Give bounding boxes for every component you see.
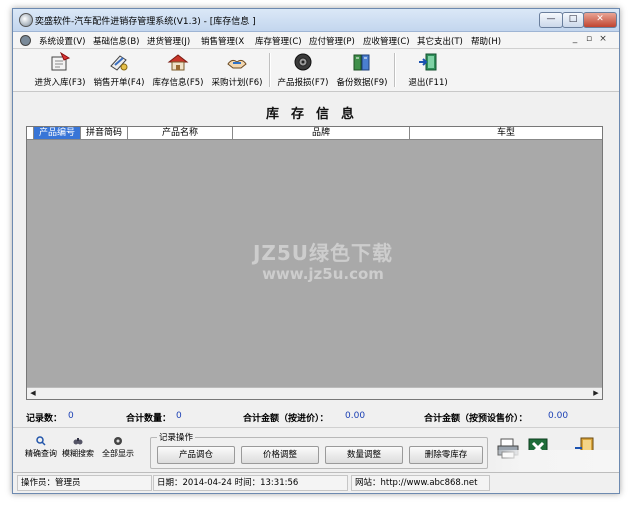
magnifier-icon	[36, 436, 46, 446]
sales-order-button[interactable]: 销售开单(F4)	[92, 51, 146, 89]
menu-system-settings[interactable]: 系统设置(V)	[39, 35, 85, 47]
exit-label: 退出(F11)	[408, 78, 448, 88]
sales-order-label: 销售开单(F4)	[93, 78, 145, 88]
totals-bar: 记录数： 0 合计数量： 0 合计金额（按进价）： 0.00 合计金额（按预设售…	[13, 411, 619, 425]
menu-basic-info[interactable]: 基础信息(B)	[93, 35, 139, 47]
column-header-product-code[interactable]: 产品编号	[34, 127, 81, 139]
row-indicator-header	[27, 127, 34, 139]
watermark-url: www.jz5u.com	[262, 265, 384, 283]
menu-other-expenses[interactable]: 其它支出(T)	[417, 35, 463, 47]
mdi-minimize-button[interactable]: _	[569, 34, 581, 45]
window-title: 奕盛软件-汽车配件进销存管理系统(V1.3) - [库存信息 ]	[35, 17, 256, 27]
mdi-close-button[interactable]: ×	[597, 34, 609, 45]
purchase-plan-icon	[227, 59, 247, 69]
stock-in-label: 进货入库(F3)	[34, 78, 86, 88]
fuzzy-search-button[interactable]: 模糊搜索	[62, 436, 94, 459]
fuzzy-search-label: 模糊搜索	[62, 449, 94, 458]
binoculars-icon	[73, 438, 83, 445]
column-header-brand[interactable]: 品牌	[233, 127, 410, 139]
product-loss-label: 产品报损(F7)	[277, 78, 329, 88]
exit-icon	[419, 53, 437, 71]
record-count-value: 0	[68, 411, 74, 421]
datetime-status: 日期：2014-04-24 时间：13:31:56	[153, 475, 348, 491]
website-status: 网站：http://www.abc868.net	[351, 475, 490, 491]
total-quantity-value: 0	[176, 411, 182, 421]
backup-button[interactable]: 备份数据(F9)	[335, 51, 389, 89]
column-header-car-model[interactable]: 车型	[410, 127, 602, 139]
close-button[interactable]: ✕	[583, 12, 617, 28]
show-all-label: 全部显示	[102, 449, 134, 458]
toolbar-separator	[269, 53, 271, 87]
operator-status: 操作员：管理员	[17, 475, 152, 491]
scroll-right-icon[interactable]: ▶	[591, 389, 601, 397]
exit-button[interactable]: 退出(F11)	[401, 51, 455, 89]
exact-search-button[interactable]: 精确查询	[25, 436, 57, 459]
delete-zero-stock-button[interactable]: 删除零库存	[409, 446, 483, 464]
sales-order-icon	[110, 55, 128, 71]
horizontal-scrollbar[interactable]: ◀ ▶	[27, 387, 602, 399]
column-header-pinyin-code[interactable]: 拼音简码	[81, 127, 128, 139]
mdi-restore-button[interactable]: ▫	[583, 34, 595, 45]
inventory-button[interactable]: 库存信息(F5)	[151, 51, 205, 89]
backup-label: 备份数据(F9)	[336, 78, 388, 88]
title-bar[interactable]: 奕盛软件-汽车配件进销存管理系统(V1.3) - [库存信息 ] — □ ✕	[13, 9, 619, 32]
amount-cost-label: 合计金额（按进价）：	[243, 414, 329, 424]
system-menu-icon[interactable]	[20, 35, 31, 46]
maximize-button[interactable]: □	[562, 12, 584, 28]
amount-price-label: 合计金额（按预设售价）：	[424, 414, 528, 424]
main-window: 奕盛软件-汽车配件进销存管理系统(V1.3) - [库存信息 ] — □ ✕ 系…	[12, 8, 620, 494]
record-operations-group: 记录操作 产品调仓 价格调整 数量调整 删除零库存	[150, 431, 488, 469]
menu-purchase[interactable]: 进货管理(J)	[147, 35, 190, 47]
product-transfer-button[interactable]: 产品调仓	[157, 446, 235, 464]
toolbar-separator	[394, 53, 396, 87]
app-icon	[19, 13, 33, 27]
inventory-icon	[167, 54, 189, 71]
watermark-logo: JZ5U绿色下载	[252, 241, 394, 265]
menu-help[interactable]: 帮助(H)	[471, 35, 501, 47]
minimize-button[interactable]: —	[539, 12, 563, 28]
grid-header: 产品编号 拼音简码 产品名称 品牌 车型	[27, 127, 602, 140]
amount-cost-value: 0.00	[345, 411, 366, 421]
menu-sales[interactable]: 销售管理(X	[201, 35, 244, 47]
show-all-icon	[114, 437, 122, 445]
purchase-plan-label: 采购计划(F6)	[211, 78, 263, 88]
backup-icon	[353, 54, 370, 71]
inventory-label: 库存信息(F5)	[152, 78, 204, 88]
quantity-adjust-button[interactable]: 数量调整	[325, 446, 403, 464]
scroll-left-icon[interactable]: ◀	[28, 389, 38, 397]
stock-in-button[interactable]: 进货入库(F3)	[33, 51, 87, 89]
menu-inventory[interactable]: 库存管理(C)	[255, 35, 302, 47]
exact-search-label: 精确查询	[25, 449, 57, 458]
price-adjust-button[interactable]: 价格调整	[241, 446, 319, 464]
menu-receivables[interactable]: 应收管理(C)	[363, 35, 410, 47]
page-title: 库存信息	[265, 107, 366, 122]
record-count-label: 记录数：	[26, 414, 63, 424]
record-operations-label: 记录操作	[157, 431, 196, 443]
stock-in-icon	[51, 52, 71, 71]
product-loss-icon	[294, 53, 312, 71]
column-header-product-name[interactable]: 产品名称	[128, 127, 233, 139]
status-bar: 操作员：管理员 日期：2014-04-24 时间：13:31:56 网站：htt…	[13, 472, 619, 492]
product-loss-button[interactable]: 产品报损(F7)	[276, 51, 330, 89]
menu-payables[interactable]: 应付管理(P)	[309, 35, 355, 47]
show-all-button[interactable]: 全部显示	[102, 436, 134, 459]
total-quantity-label: 合计数量：	[126, 414, 172, 424]
purchase-plan-button[interactable]: 采购计划(F6)	[210, 51, 264, 89]
toolbar: 进货入库(F3) 销售开单(F4) 库存信息(F5) 采购计划(F6) 产品报损…	[13, 49, 619, 92]
menu-bar: 系统设置(V) 基础信息(B) 进货管理(J) 销售管理(X 库存管理(C) 应…	[13, 32, 619, 49]
amount-price-value: 0.00	[548, 411, 569, 421]
